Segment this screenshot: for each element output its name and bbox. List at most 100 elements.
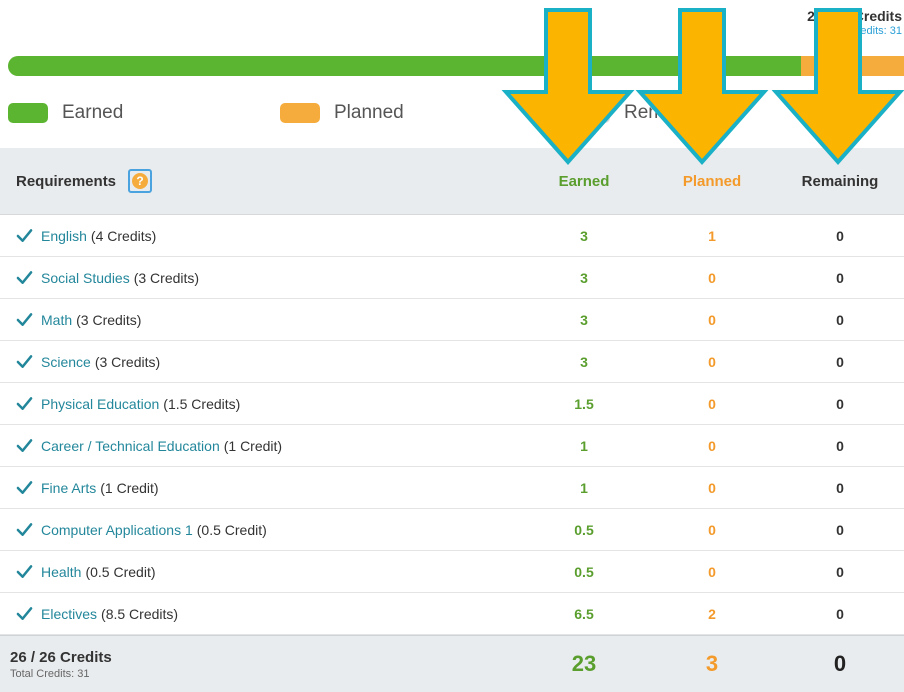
remaining-value: 0: [836, 437, 844, 454]
legend-earned: Earned: [8, 102, 123, 124]
remaining-value: 0: [836, 269, 844, 286]
requirements-header: Requirements ?: [0, 169, 520, 193]
earned-value: 1.5: [574, 395, 594, 412]
remaining-value: 0: [836, 563, 844, 580]
earned-value: 0.5: [574, 521, 594, 538]
help-icon: ?: [132, 173, 149, 189]
requirement-cell: Health (0.5 Credit): [0, 563, 520, 580]
requirement-cell: Fine Arts (1 Credit): [0, 479, 520, 496]
requirement-credits: (0.5 Credit): [196, 521, 267, 538]
legend-earned-swatch: [8, 103, 48, 123]
help-button[interactable]: ?: [128, 169, 153, 193]
requirement-cell: Career / Technical Education (1 Credit): [0, 437, 520, 454]
check-icon: [16, 311, 33, 328]
remaining-value: 0: [836, 479, 844, 496]
table-row: Electives (8.5 Credits) 6.5 2 0: [0, 593, 904, 635]
requirement-link[interactable]: Social Studies: [41, 270, 130, 286]
earned-value: 1: [580, 437, 588, 454]
check-icon: [16, 395, 33, 412]
requirement-cell: English (4 Credits): [0, 227, 520, 244]
footer-summary: 26 / 26 Credits Total Credits: 31: [0, 649, 520, 680]
requirement-link[interactable]: Science: [41, 354, 91, 370]
earned-value: 3: [580, 353, 588, 370]
earned-value: 3: [580, 269, 588, 286]
planned-value: 0: [708, 479, 716, 496]
planned-value: 2: [708, 605, 716, 622]
legend-earned-label: Earned: [62, 102, 124, 123]
requirement-link[interactable]: Computer Applications 1: [41, 522, 193, 538]
requirements-table: Requirements ? Earned Planned Remaining …: [0, 148, 904, 692]
check-icon: [16, 269, 33, 286]
requirement-credits: (1.5 Credits): [163, 395, 241, 412]
earned-value: 1: [580, 479, 588, 496]
planned-value: 0: [708, 353, 716, 370]
requirement-link[interactable]: Electives: [41, 606, 97, 622]
requirement-credits: (0.5 Credit): [85, 563, 156, 580]
requirement-cell: Science (3 Credits): [0, 353, 520, 370]
table-row: English (4 Credits) 3 1 0: [0, 215, 904, 257]
table-row: Computer Applications 1 (0.5 Credit) 0.5 0 0: [0, 509, 904, 551]
requirement-cell: Computer Applications 1 (0.5 Credit): [0, 521, 520, 538]
check-icon: [16, 437, 33, 454]
requirement-credits: (1 Credit): [100, 479, 159, 496]
footer-earned-total: 23: [571, 651, 597, 676]
legend-planned-swatch: [280, 103, 320, 123]
requirement-credits: (3 Credits): [133, 269, 200, 286]
earned-column-header: Earned: [558, 172, 610, 190]
requirement-credits: (4 Credits): [90, 227, 157, 244]
table-row: Science (3 Credits) 3 0 0: [0, 341, 904, 383]
requirement-credits: (3 Credits): [76, 311, 142, 328]
remaining-value: 0: [836, 605, 844, 622]
check-icon: [16, 521, 33, 538]
table-row: Social Studies (3 Credits) 3 0 0: [0, 257, 904, 299]
footer-planned-total: 3: [705, 651, 719, 676]
requirement-credits: (8.5 Credits): [101, 605, 179, 622]
requirement-link[interactable]: Career / Technical Education: [41, 438, 220, 454]
requirement-cell: Electives (8.5 Credits): [0, 605, 520, 622]
remaining-value: 0: [836, 227, 844, 244]
requirements-header-label: Requirements: [16, 172, 117, 190]
requirement-credits: (3 Credits): [94, 353, 161, 370]
earned-value: 0.5: [574, 563, 594, 580]
footer-remaining-total: 0: [833, 651, 847, 676]
table-body: English (4 Credits) 3 1 0 Social Studies (3 Cr…: [0, 215, 904, 635]
down-arrow-icon-planned: [635, 8, 769, 166]
remaining-value: 0: [836, 395, 844, 412]
requirement-link[interactable]: Math: [41, 312, 72, 328]
earned-value: 3: [580, 227, 588, 244]
check-icon: [16, 605, 33, 622]
planned-value: 0: [708, 563, 716, 580]
table-row: Math (3 Credits) 3 0 0: [0, 299, 904, 341]
requirement-link[interactable]: Physical Education: [41, 396, 159, 412]
requirement-cell: Social Studies (3 Credits): [0, 269, 520, 286]
table-footer: 26 / 26 Credits Total Credits: 31 23 3 0: [0, 635, 904, 692]
table-row: Physical Education (1.5 Credits) 1.5 0 0: [0, 383, 904, 425]
table-row: Career / Technical Education (1 Credit) 1 0…: [0, 425, 904, 467]
requirement-link[interactable]: English: [41, 228, 87, 244]
check-icon: [16, 353, 33, 370]
requirement-link[interactable]: Health: [41, 564, 81, 580]
requirement-link[interactable]: Fine Arts: [41, 480, 96, 496]
legend-planned-label: Planned: [334, 102, 404, 123]
down-arrow-icon-remaining: [771, 8, 904, 166]
earned-value: 3: [580, 311, 588, 328]
footer-credits: 26 / 26 Credits: [10, 648, 112, 666]
remaining-value: 0: [836, 353, 844, 370]
planned-value: 0: [708, 395, 716, 412]
planned-column-header: Planned: [682, 172, 742, 190]
footer-total-credits: Total Credits: 31: [10, 667, 90, 680]
remaining-value: 0: [836, 521, 844, 538]
planned-value: 0: [708, 269, 716, 286]
table-row: Fine Arts (1 Credit) 1 0 0: [0, 467, 904, 509]
planned-value: 0: [708, 521, 716, 538]
requirement-cell: Physical Education (1.5 Credits): [0, 395, 520, 412]
requirement-cell: Math (3 Credits): [0, 311, 520, 328]
remaining-value: 0: [836, 311, 844, 328]
check-icon: [16, 479, 33, 496]
earned-value: 6.5: [574, 605, 594, 622]
requirement-credits: (1 Credit): [223, 437, 283, 454]
remaining-column-header: Remaining: [801, 172, 879, 190]
planned-value: 0: [708, 437, 716, 454]
planned-value: 0: [708, 311, 716, 328]
table-row: Health (0.5 Credit) 0.5 0 0: [0, 551, 904, 593]
